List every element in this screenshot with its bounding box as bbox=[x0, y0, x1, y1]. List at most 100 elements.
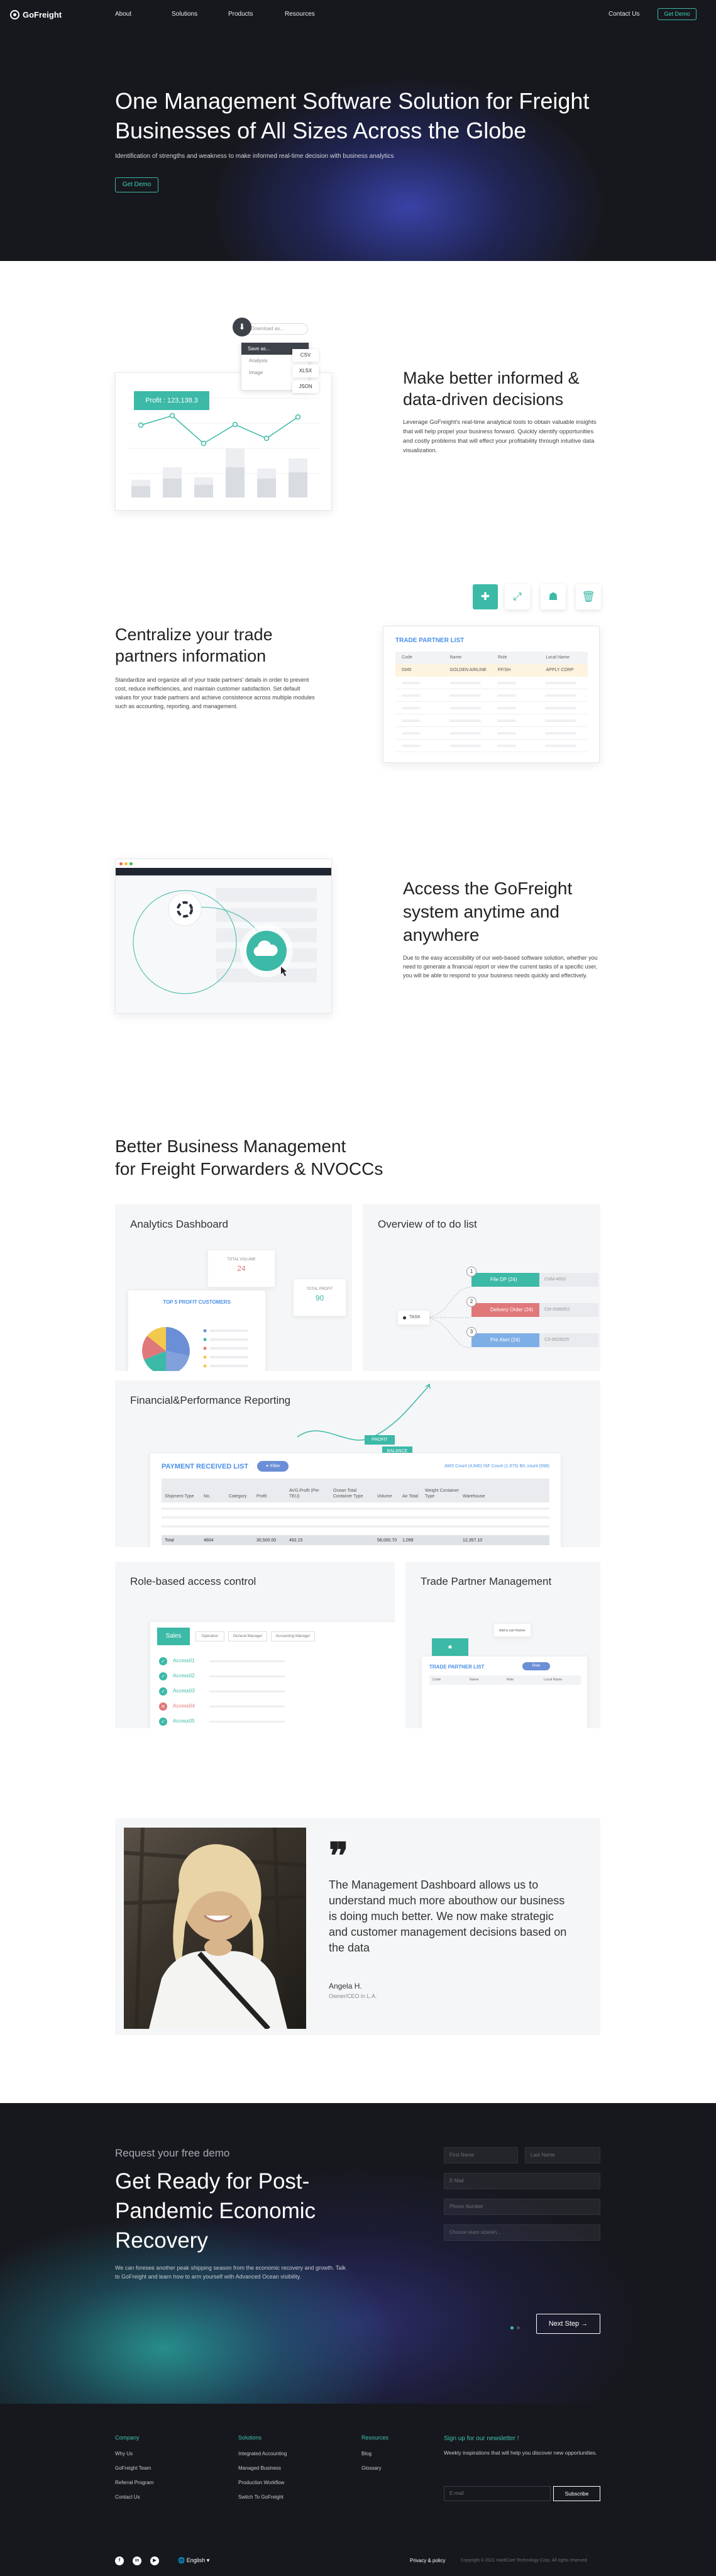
table-row[interactable] bbox=[395, 714, 588, 727]
todo-item[interactable]: Pre Alert (24) CS-9628525 3 bbox=[466, 1327, 598, 1348]
footer-link[interactable]: GoFreight Team bbox=[115, 2465, 153, 2471]
title-line-2: for Freight Forwarders & NVOCCs bbox=[115, 1159, 383, 1179]
browser-bar bbox=[116, 859, 331, 868]
first-name-field[interactable]: First Name bbox=[444, 2147, 518, 2163]
feature-analytics-title: Make better informed & data-driven decis… bbox=[403, 369, 580, 409]
hero-get-demo-button[interactable]: Get Demo bbox=[115, 177, 158, 192]
table-row[interactable] bbox=[395, 727, 588, 740]
trash-icon[interactable]: 🗑 bbox=[576, 584, 601, 609]
check-icon: ✓ bbox=[159, 1657, 167, 1665]
access-item[interactable]: ✕ Access04 bbox=[159, 1702, 392, 1712]
brand-logo[interactable]: GoFreight bbox=[10, 9, 62, 19]
access-item-label: Access01 bbox=[173, 1658, 195, 1663]
format-xlsx[interactable]: XLSX bbox=[292, 365, 319, 377]
tile-title: Analytics Dashboard bbox=[130, 1218, 228, 1230]
footer-link[interactable]: Production Workflow bbox=[238, 2480, 287, 2485]
table-row[interactable]: 0345 GOLDEN AIRLINE FF/SH APPLY CORP bbox=[395, 664, 588, 677]
testimonial-name: Angela H. bbox=[329, 1982, 362, 1990]
tpm-role-filter[interactable]: Role bbox=[522, 1662, 550, 1670]
youtube-icon[interactable]: ▶ bbox=[150, 2557, 159, 2565]
check-icon: ✓ bbox=[159, 1687, 167, 1696]
role-tab-accounting-manager[interactable]: Accounting Manager bbox=[271, 1631, 315, 1641]
feature-analytics-desc: Leverage GoFreight's real-time analytica… bbox=[403, 419, 597, 454]
tile-role-based-access[interactable]: Role-based access control Sales Operatio… bbox=[115, 1562, 395, 1728]
table-row[interactable] bbox=[395, 689, 588, 702]
newsletter-email-input[interactable]: E-mail bbox=[444, 2486, 551, 2501]
todo-item[interactable]: File DP (24) CNM-4653 1 bbox=[466, 1267, 598, 1288]
cta-description: We can foresee another peak shipping sea… bbox=[115, 2265, 346, 2280]
table-row[interactable] bbox=[395, 740, 588, 752]
todo-item[interactable]: Delivery Order (24) CM-6586652 2 bbox=[466, 1297, 598, 1318]
feature-cloud-access-title: Access the GoFreight system anytime and … bbox=[403, 879, 573, 945]
tpm-col-local-name: Local Name bbox=[544, 1678, 563, 1682]
todo-item-label: Delivery Order (24) bbox=[471, 1303, 539, 1317]
tile-financial-reporting[interactable]: Financial&Performance Reporting PROFIT B… bbox=[115, 1380, 600, 1547]
title-line-1: Better Business Management bbox=[115, 1136, 346, 1156]
add-partner-chip[interactable]: ☗ bbox=[432, 1638, 468, 1657]
download-icon[interactable]: ⬇ bbox=[233, 318, 251, 336]
user-icon[interactable]: ☗ bbox=[541, 584, 566, 609]
phone-field[interactable]: Phone Number bbox=[444, 2199, 600, 2215]
language-selector[interactable]: 🌐 English ▾ bbox=[178, 2557, 209, 2564]
table-row[interactable] bbox=[395, 677, 588, 689]
payment-total-cell: 12,357.10 bbox=[463, 1538, 483, 1543]
step-dot-active bbox=[510, 2326, 514, 2329]
footer-link[interactable]: Managed Business bbox=[238, 2465, 287, 2471]
access-item[interactable]: ✓ Access02 bbox=[159, 1672, 392, 1682]
footer-link[interactable]: Referral Program bbox=[115, 2480, 153, 2485]
table-row[interactable] bbox=[395, 702, 588, 714]
role-tab-general-manager[interactable]: General Manager bbox=[228, 1631, 267, 1641]
nav-link-about[interactable]: About bbox=[115, 11, 172, 18]
role-tab-operation[interactable]: Operation bbox=[196, 1631, 224, 1641]
merge-icon[interactable]: ⤢ bbox=[505, 584, 530, 609]
payment-total-row: Total 4804 30,500.00 492.15 58,000.70 1,099 12… bbox=[162, 1535, 549, 1545]
nav-link-solutions[interactable]: Solutions bbox=[172, 11, 228, 18]
plus-icon[interactable]: ✚ bbox=[473, 584, 498, 609]
footer-link[interactable]: Integrated Accounting bbox=[238, 2451, 287, 2457]
payment-total-cell: 30,500.00 bbox=[256, 1538, 277, 1543]
footer-link[interactable]: Why Us bbox=[115, 2451, 153, 2457]
privacy-policy-link[interactable]: Privacy & policy bbox=[410, 2558, 445, 2563]
last-name-field[interactable]: Last Name bbox=[525, 2147, 600, 2163]
partner-bubble: Add to cart Partner bbox=[493, 1623, 531, 1637]
nav-link-products[interactable]: Products bbox=[228, 11, 285, 18]
email-field[interactable]: E-Mail bbox=[444, 2173, 600, 2189]
add-user-icon: ☗ bbox=[448, 1645, 453, 1650]
tile-analytics-dashboard[interactable]: Analytics Dashboard TOTAL VOLUME 24 TOP … bbox=[115, 1204, 352, 1371]
access-item[interactable]: ✓ Access05 bbox=[159, 1717, 392, 1727]
next-step-button[interactable]: Next Step → bbox=[536, 2314, 600, 2334]
footer-col-solutions: Solutions Integrated Accounting Managed … bbox=[238, 2434, 287, 2509]
footer-link[interactable]: Switch To GoFreight bbox=[238, 2494, 287, 2500]
tile-todo-overview[interactable]: Overview of to do list TASK File DP (24)… bbox=[363, 1204, 600, 1371]
footer-heading: Solutions bbox=[238, 2434, 262, 2441]
cloud-sync-illustration bbox=[133, 888, 317, 994]
nav-contact-link[interactable]: Contact Us bbox=[609, 11, 639, 18]
col-code: Code bbox=[402, 655, 412, 660]
team-size-select[interactable]: Choose team size/eh... bbox=[444, 2224, 600, 2241]
nav-get-demo-button[interactable]: Get Demo bbox=[658, 8, 697, 20]
tile-trade-partner-management[interactable]: Trade Partner Management ☗ Add to cart P… bbox=[405, 1562, 600, 1728]
hero-title: One Management Software Solution for Fre… bbox=[115, 88, 590, 143]
access-item[interactable]: ✓ Access01 bbox=[159, 1657, 392, 1667]
linkedin-icon[interactable]: in bbox=[133, 2557, 141, 2565]
footer-link[interactable]: Blog bbox=[361, 2451, 388, 2457]
cell-name: GOLDEN AIRLINE bbox=[449, 668, 487, 672]
format-csv[interactable]: CSV bbox=[292, 349, 319, 362]
hero-subtitle: Identification of strengths and weakness… bbox=[115, 153, 394, 160]
facebook-icon[interactable]: f bbox=[115, 2557, 124, 2565]
filter-button[interactable]: ⏷ Filter bbox=[257, 1461, 289, 1472]
format-json[interactable]: JSON bbox=[292, 380, 319, 393]
logo-icon bbox=[10, 9, 19, 19]
nav-link-resources[interactable]: Resources bbox=[285, 11, 341, 18]
footer-link[interactable]: Glossary bbox=[361, 2465, 388, 2471]
footer-col-company: Company Why Us GoFreight Team Referral P… bbox=[115, 2434, 153, 2509]
cell-code: 0345 bbox=[402, 668, 412, 672]
todo-item-value: CNM-4653 bbox=[539, 1273, 598, 1287]
quote-mark-icon: ❞ bbox=[329, 1835, 349, 1877]
subscribe-button[interactable]: Subscribe bbox=[553, 2486, 600, 2501]
footer-link[interactable]: Contact Us bbox=[115, 2494, 153, 2500]
role-tab-sales[interactable]: Sales bbox=[157, 1628, 190, 1645]
check-icon: ✓ bbox=[159, 1718, 167, 1726]
todo-item-number: 3 bbox=[466, 1327, 476, 1337]
access-item[interactable]: ✓ Access03 bbox=[159, 1687, 392, 1697]
